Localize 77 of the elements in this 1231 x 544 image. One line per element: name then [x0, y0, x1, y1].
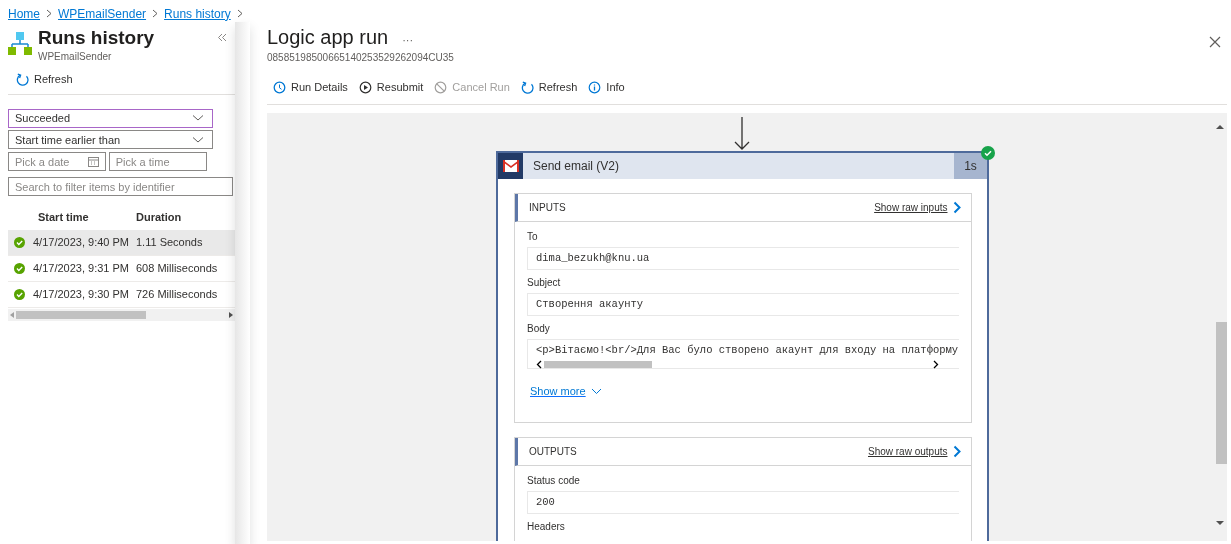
column-header: Duration — [136, 209, 182, 225]
clock-icon — [273, 80, 286, 94]
scroll-left-icon — [8, 311, 16, 319]
field-label: Status code — [527, 473, 581, 488]
toolbar-button[interactable]: Refresh — [520, 79, 578, 96]
field-label: Subject — [527, 275, 562, 290]
info-icon — [588, 80, 602, 94]
breadcrumb-link[interactable]: Runs history — [164, 4, 231, 23]
refresh-icon — [520, 80, 534, 94]
chevron-icon — [953, 444, 961, 458]
field-label: To — [527, 229, 539, 244]
duration: 1.11 Seconds — [136, 235, 203, 251]
more-button[interactable]: ··· — [402, 32, 414, 49]
chevron-icon — [953, 200, 961, 214]
start-time: 4/17/2023, 9:30 PM — [33, 287, 129, 303]
field-value: <p>Вітаємо!<br/>Для Вас було створено акаунт для входу на платформу — [527, 338, 959, 370]
raw-link[interactable]: Show raw inputs — [874, 199, 961, 215]
scrollbar-thumb[interactable] — [16, 311, 146, 319]
refresh-button[interactable]: Refresh — [16, 71, 73, 88]
time-dropdown[interactable]: Start time earlier than — [8, 130, 213, 150]
scroll-right-icon — [227, 311, 235, 319]
toolbar-button[interactable]: Run Details — [273, 79, 348, 96]
field-value: dima_bezukh@knu.ua — [527, 246, 959, 270]
breadcrumb-link[interactable]: WPEmailSender — [58, 4, 147, 23]
breadcrumb-link[interactable]: Home — [8, 4, 40, 23]
blade-title: Runs history — [38, 27, 156, 49]
refresh-icon — [16, 72, 29, 86]
chevron-icon — [152, 9, 159, 18]
duration: 608 Milliseconds — [136, 261, 218, 277]
section-title: OUTPUTS — [529, 444, 577, 459]
arrow-icon — [734, 116, 750, 151]
show-more-link[interactable]: Show more — [530, 383, 603, 400]
field-label: Headers — [527, 519, 566, 534]
chevron-icon — [236, 9, 243, 18]
field-label: Body — [527, 321, 551, 336]
blade-title: Logic app run — [267, 25, 389, 50]
play-circle-icon — [358, 80, 372, 94]
check-circle-icon — [14, 237, 25, 248]
duration: 726 Milliseconds — [136, 287, 218, 303]
caret-icon — [192, 135, 204, 144]
envelope-icon — [502, 159, 519, 172]
toolbar-button[interactable]: Resubmit — [358, 79, 424, 96]
search-field[interactable]: Search to filter items by identifier — [8, 177, 233, 196]
section-title: INPUTS — [529, 200, 566, 215]
scroll-down-icon — [1216, 520, 1224, 526]
cancel-icon — [434, 80, 448, 94]
check-circle-icon — [14, 289, 25, 300]
toolbar-button[interactable]: Info — [588, 79, 625, 96]
run-row[interactable]: 4/17/2023, 9:40 PM 1.11 Seconds — [8, 230, 235, 256]
start-time: 4/17/2023, 9:31 PM — [33, 261, 129, 277]
scroll-right-icon — [933, 359, 939, 369]
scrollbar-thumb[interactable] — [544, 360, 652, 368]
scroll-left-icon — [536, 359, 542, 369]
run-row[interactable]: 4/17/2023, 9:31 PM 608 Milliseconds — [8, 256, 235, 282]
scrollbar-thumb[interactable] — [1216, 321, 1227, 464]
start-time: 4/17/2023, 9:40 PM — [33, 235, 129, 251]
hierarchy-icon — [8, 31, 32, 57]
caret-icon — [591, 388, 603, 395]
blade-subtitle: WPEmailSender — [38, 50, 113, 64]
column-header: Start time — [38, 209, 89, 225]
check-circle-icon — [14, 263, 25, 274]
field-value: 200 — [527, 490, 959, 514]
collapse-icon — [217, 33, 227, 42]
run-row[interactable]: 4/17/2023, 9:30 PM 726 Milliseconds — [8, 282, 235, 308]
date-field[interactable]: Pick a date — [8, 152, 106, 171]
duration-badge: 1s — [954, 152, 987, 179]
chevron-icon — [46, 9, 52, 18]
scroll-up-icon — [1216, 123, 1224, 129]
time-field[interactable]: Pick a time — [108, 152, 207, 171]
raw-link[interactable]: Show raw outputs — [868, 443, 961, 459]
field-value: Створення акаунту — [527, 292, 959, 316]
status-dropdown[interactable]: Succeeded — [8, 108, 213, 128]
close-icon — [1209, 36, 1221, 48]
action-title: Send email (V2) — [532, 157, 621, 175]
calendar-icon — [88, 157, 99, 167]
caret-icon — [192, 114, 204, 122]
run-id: 08585198500665140253529262094CU35 — [267, 51, 454, 65]
